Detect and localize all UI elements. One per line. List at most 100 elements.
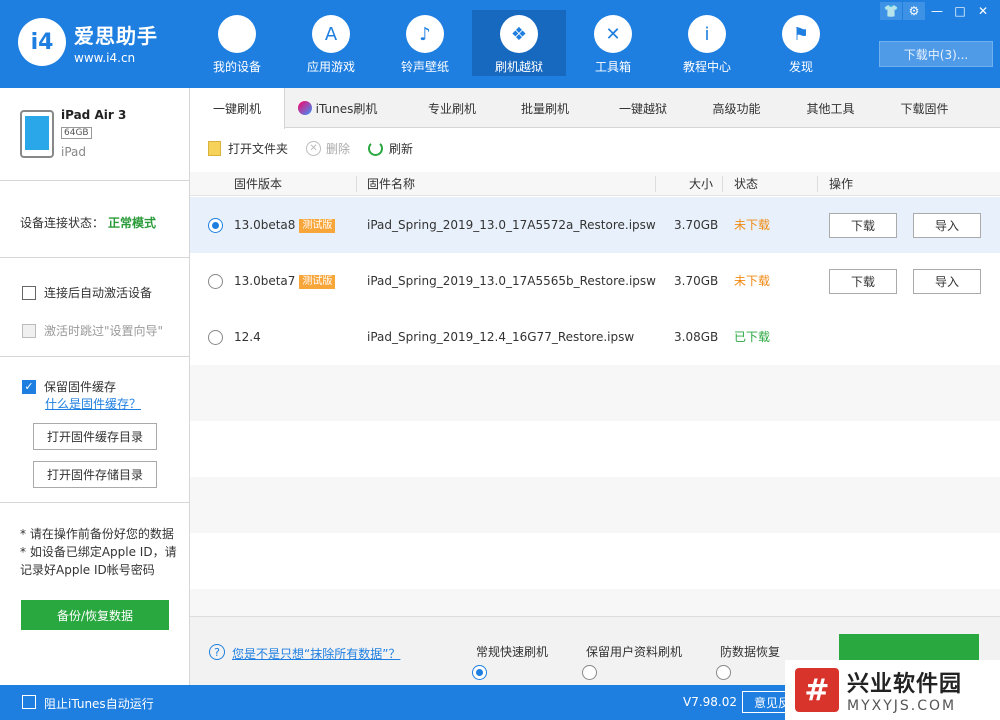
tab-download-firmware[interactable]: 下载固件 (898, 88, 951, 128)
skin-icon[interactable]: 👕 (880, 2, 902, 20)
nav-label: 发现 (788, 60, 813, 74)
row-radio[interactable] (208, 330, 223, 345)
tab-itunes-flash[interactable]: iTunes刷机 (285, 88, 390, 128)
settings-icon[interactable]: ⚙ (903, 2, 925, 20)
row-radio[interactable] (208, 218, 223, 233)
info-icon: i (688, 15, 726, 53)
dropbox-icon: ❖ (500, 15, 538, 53)
col-version: 固件版本 (234, 177, 283, 191)
block-itunes-label: 阻止iTunes自动运行 (44, 697, 154, 711)
nav-tutorials[interactable]: i 教程中心 (660, 10, 754, 76)
flag-icon: ⚑ (782, 15, 820, 53)
tab-pro-flash[interactable]: 专业刷机 (390, 88, 514, 128)
beta-badge: 测试版 (299, 274, 336, 289)
itunes-icon (297, 101, 312, 115)
maximize-icon[interactable]: □ (949, 2, 971, 20)
app-name: 爱思助手 (74, 23, 158, 48)
firmware-name: iPad_Spring_2019_13.0_17A5565b_Restore.i… (367, 274, 656, 288)
keep-cache-option[interactable]: ✓ 保留固件缓存 (22, 378, 116, 395)
question-icon: ? (209, 644, 225, 660)
app-url: www.i4.cn (74, 50, 136, 65)
nav-label: 工具箱 (594, 60, 631, 74)
mode-radio[interactable] (716, 665, 731, 680)
delete-icon: ✕ (306, 141, 322, 156)
refresh-button[interactable]: 刷新 (368, 140, 413, 157)
device-capacity: 64GB (61, 127, 92, 139)
import-button[interactable]: 导入 (913, 269, 981, 294)
tab-batch-flash[interactable]: 批量刷机 (514, 88, 576, 128)
nav-my-device[interactable]: 我的设备 (190, 10, 284, 76)
skip-setup-label: 激活时跳过"设置向导" (44, 324, 164, 338)
app-version: V7.98.02 (683, 695, 738, 709)
connection-label: 设备连接状态： (20, 216, 105, 230)
firmware-name: iPad_Spring_2019_12.4_16G77_Restore.ipsw (367, 330, 635, 344)
firmware-size: 3.08GB (674, 330, 719, 344)
firmware-version: 12.4 (234, 330, 261, 344)
auto-activate-option[interactable]: 连接后自动激活设备 (22, 284, 152, 301)
connection-panel: 设备连接状态： 正常模式 (0, 181, 190, 258)
app-logo: i4 爱思助手 www.i4.cn (18, 18, 158, 66)
tab-one-click-jailbreak[interactable]: 一键越狱 (576, 88, 710, 128)
nav-discover[interactable]: ⚑ 发现 (754, 10, 848, 76)
block-itunes-checkbox[interactable] (22, 695, 36, 709)
downloading-button[interactable]: 下载中(3)... (879, 41, 993, 67)
erase-data-link[interactable]: 您是不是只想“抹除所有数据”？ (232, 645, 400, 662)
col-status: 状态 (734, 177, 759, 191)
tab-advanced[interactable]: 高级功能 (710, 88, 763, 128)
mode-anti-recovery[interactable]: 防数据恢复 (698, 643, 780, 680)
connection-status: 设备连接状态： 正常模式 (20, 214, 156, 231)
delete-button[interactable]: ✕ 删除 (306, 140, 350, 157)
mode-quick-flash[interactable]: 常规快速刷机 (454, 643, 548, 680)
note-line-2: * 如设备已绑定Apple ID，请记录好Apple ID帐号密码 (20, 545, 177, 577)
table-row[interactable]: 13.0beta8 测试版 iPad_Spring_2019_13.0_17A55… (190, 197, 1000, 253)
tab-bar: 一键刷机 iTunes刷机 专业刷机 批量刷机 一键越狱 高级功能 其他工具 下… (190, 88, 1000, 129)
mode-radio[interactable] (472, 665, 487, 680)
col-name: 固件名称 (367, 177, 416, 191)
refresh-icon (368, 141, 384, 156)
firmware-name: iPad_Spring_2019_13.0_17A5572a_Restore.i… (367, 218, 656, 232)
apple-icon (218, 15, 256, 53)
download-button[interactable]: 下载 (829, 213, 897, 238)
nav-label: 教程中心 (682, 60, 731, 74)
nav-flash-jailbreak[interactable]: ❖ 刷机越狱 (472, 10, 566, 76)
auto-activate-label: 连接后自动激活设备 (44, 286, 153, 300)
delete-label: 删除 (326, 142, 351, 156)
row-radio[interactable] (208, 274, 223, 289)
what-is-cache-link[interactable]: 什么是固件缓存？ (45, 395, 141, 412)
notes: * 请在操作前备份好您的数据 * 如设备已绑定Apple ID，请记录好Appl… (20, 525, 180, 579)
nav-toolbox[interactable]: ✕ 工具箱 (566, 10, 660, 76)
keep-cache-checkbox[interactable]: ✓ (22, 379, 36, 394)
col-action: 操作 (829, 177, 854, 191)
tab-other-tools[interactable]: 其他工具 (763, 88, 898, 128)
mode-label: 保留用户资料刷机 (586, 645, 683, 659)
backup-restore-button[interactable]: 备份/恢复数据 (21, 600, 169, 630)
connection-value: 正常模式 (108, 216, 157, 230)
beta-badge: 测试版 (299, 218, 336, 233)
table-row[interactable]: 13.0beta7 测试版 iPad_Spring_2019_13.0_17A55… (190, 253, 1000, 309)
open-folder-button[interactable]: 打开文件夹 (208, 140, 288, 157)
open-store-dir-button[interactable]: 打开固件存储目录 (33, 461, 157, 488)
tab-one-click-flash[interactable]: 一键刷机 (190, 88, 285, 129)
nav-apps-games[interactable]: A 应用游戏 (284, 10, 378, 76)
close-icon[interactable]: ✕ (972, 2, 994, 20)
music-icon: ♪ (406, 15, 444, 53)
download-button[interactable]: 下载 (829, 269, 897, 294)
open-cache-dir-button[interactable]: 打开固件缓存目录 (33, 423, 157, 450)
mode-radio[interactable] (582, 665, 597, 680)
tab-label: iTunes刷机 (315, 101, 378, 116)
nav-ringtones[interactable]: ♪ 铃声壁纸 (378, 10, 472, 76)
skip-setup-option: 激活时跳过"设置向导" (22, 322, 163, 339)
device-name: iPad Air 3 (61, 108, 127, 122)
firmware-size: 3.70GB (674, 274, 719, 288)
table-row[interactable]: 12.4 iPad_Spring_2019_12.4_16G77_Restore… (190, 309, 1000, 365)
mode-keep-data[interactable]: 保留用户资料刷机 (564, 643, 683, 680)
open-folder-label: 打开文件夹 (228, 142, 289, 156)
empty-row (190, 477, 1000, 533)
note-line-1: * 请在操作前备份好您的数据 (20, 527, 174, 541)
minimize-icon[interactable]: — (926, 2, 948, 20)
auto-activate-checkbox[interactable] (22, 285, 36, 300)
version-text: 13.0beta8 (234, 218, 296, 232)
keep-cache-label: 保留固件缓存 (44, 380, 117, 394)
empty-row (190, 421, 1000, 477)
import-button[interactable]: 导入 (913, 213, 981, 238)
